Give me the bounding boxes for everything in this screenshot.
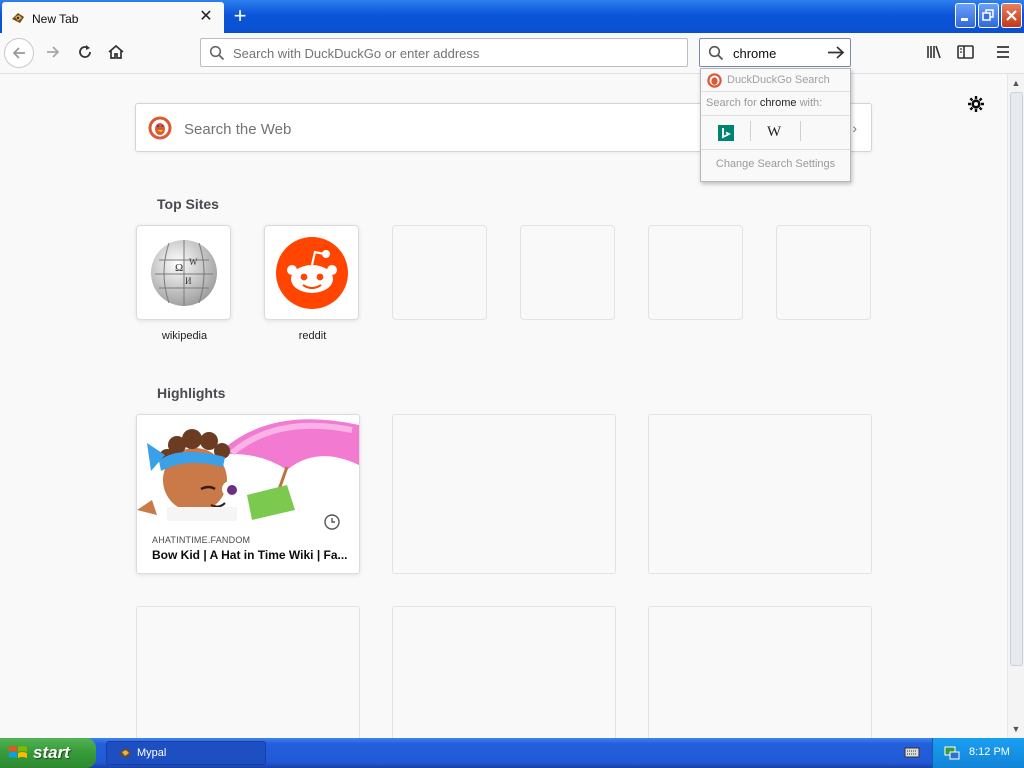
- duckduckgo-icon: [707, 73, 722, 88]
- tab-title: New Tab: [32, 12, 79, 26]
- back-arrow-icon: [12, 47, 25, 59]
- gear-icon[interactable]: [966, 94, 986, 114]
- reload-button[interactable]: [72, 39, 100, 67]
- scroll-up-arrow-icon[interactable]: ▲: [1009, 76, 1023, 90]
- mypal-icon: [119, 748, 131, 758]
- empty-top-site-tile: [648, 225, 743, 320]
- nav-toolbar: [0, 33, 1024, 74]
- menu-button[interactable]: [990, 39, 1018, 67]
- windows-taskbar: start Mypal 8:12 PM: [0, 738, 1024, 768]
- search-input[interactable]: [731, 44, 825, 63]
- windows-flag-icon: [9, 746, 27, 758]
- divider: [701, 115, 850, 116]
- search-term: chrome: [759, 97, 797, 109]
- taskbar-item-label: Mypal: [137, 747, 167, 759]
- library-button[interactable]: [921, 39, 949, 67]
- scroll-down-arrow-icon[interactable]: ▼: [1009, 722, 1023, 736]
- sidebar-icon: [957, 45, 974, 59]
- mypal-icon: [12, 13, 24, 23]
- sidebar-button[interactable]: [952, 39, 980, 67]
- address-bar[interactable]: [200, 38, 688, 67]
- search-icon: [708, 45, 724, 61]
- scroll-thumb[interactable]: [1010, 92, 1023, 666]
- change-search-settings-link[interactable]: Change Search Settings: [701, 158, 850, 170]
- empty-highlight-card: [392, 414, 616, 574]
- network-icon[interactable]: [943, 744, 961, 762]
- search-suggestions-popup: DuckDuckGo Search Search for chrome with…: [700, 68, 851, 182]
- home-icon: [108, 44, 124, 59]
- divider: [800, 121, 801, 141]
- highlight-thumbnail: [137, 415, 359, 521]
- svg-text:И: И: [185, 276, 192, 286]
- top-site-label: wikipedia: [161, 330, 208, 342]
- wikipedia-engine-button[interactable]: W: [751, 118, 801, 146]
- start-button[interactable]: start: [0, 738, 96, 768]
- library-icon: [927, 45, 941, 59]
- system-tray: 8:12 PM: [932, 738, 1024, 768]
- divider: [701, 91, 850, 92]
- empty-top-site-tile: [392, 225, 487, 320]
- taskbar-item-mypal[interactable]: Mypal: [106, 741, 266, 765]
- wikipedia-w-icon: W: [767, 124, 782, 140]
- search-for-label: Search for chrome with:: [706, 97, 823, 109]
- close-window-icon: [1006, 10, 1017, 21]
- highlights-heading: Highlights: [157, 385, 226, 401]
- go-arrow-icon[interactable]: [827, 44, 845, 61]
- top-sites-heading: Top Sites: [157, 196, 219, 212]
- search-icon: [209, 45, 225, 61]
- divider: [701, 149, 850, 150]
- bing-icon: [718, 125, 734, 141]
- forward-arrow-icon: [47, 46, 60, 58]
- svg-text:W: W: [189, 257, 198, 267]
- search-arrow-icon[interactable]: ›: [852, 120, 857, 136]
- minimize-button[interactable]: [955, 3, 976, 28]
- top-site-label: reddit: [298, 330, 327, 342]
- search-bar[interactable]: [699, 38, 851, 67]
- restore-icon: [982, 9, 994, 21]
- empty-top-site-tile: [520, 225, 615, 320]
- new-tab-button[interactable]: +: [229, 5, 251, 27]
- minimize-icon: [961, 18, 968, 21]
- close-window-button[interactable]: [1001, 3, 1022, 28]
- top-site-tile[interactable]: Ω W И wikipedia: [136, 225, 231, 342]
- restore-button[interactable]: [978, 3, 999, 28]
- current-engine-name: DuckDuckGo Search: [727, 74, 830, 86]
- start-label: start: [33, 743, 70, 762]
- top-site-tile[interactable]: reddit: [264, 225, 359, 342]
- home-button[interactable]: [103, 39, 131, 67]
- keyboard-icon[interactable]: [904, 746, 920, 759]
- current-engine-row[interactable]: DuckDuckGo Search: [701, 69, 850, 91]
- empty-top-site-tile: [776, 225, 871, 320]
- empty-highlight-card: [648, 414, 872, 574]
- clock: 8:12 PM: [969, 746, 1010, 758]
- svg-text:Ω: Ω: [175, 262, 183, 274]
- hamburger-menu-icon: [997, 46, 1009, 58]
- tab-new-tab[interactable]: New Tab ✕: [2, 2, 224, 33]
- page-scrollbar[interactable]: ▲ ▼: [1007, 74, 1024, 738]
- back-button[interactable]: [4, 38, 34, 68]
- clock-icon: [318, 508, 346, 536]
- title-bar: New Tab ✕ +: [0, 0, 1024, 33]
- highlight-title: Bow Kid | A Hat in Time Wiki | Fa...: [152, 548, 348, 562]
- close-tab-icon[interactable]: ✕: [198, 8, 214, 26]
- wikipedia-globe-icon: Ω W И: [151, 240, 217, 306]
- duckduckgo-icon: [148, 116, 172, 140]
- bing-engine-button[interactable]: [701, 118, 751, 146]
- forward-button[interactable]: [40, 39, 68, 67]
- reddit-alien-icon: [276, 237, 348, 309]
- reload-icon: [79, 45, 91, 58]
- web-search-input[interactable]: [182, 117, 686, 141]
- highlight-card[interactable]: AHATINTIME.FANDOM Bow Kid | A Hat in Tim…: [136, 414, 360, 574]
- highlight-source: AHATINTIME.FANDOM: [152, 535, 251, 545]
- bow-kid-image: [137, 415, 359, 521]
- address-input[interactable]: [231, 43, 675, 64]
